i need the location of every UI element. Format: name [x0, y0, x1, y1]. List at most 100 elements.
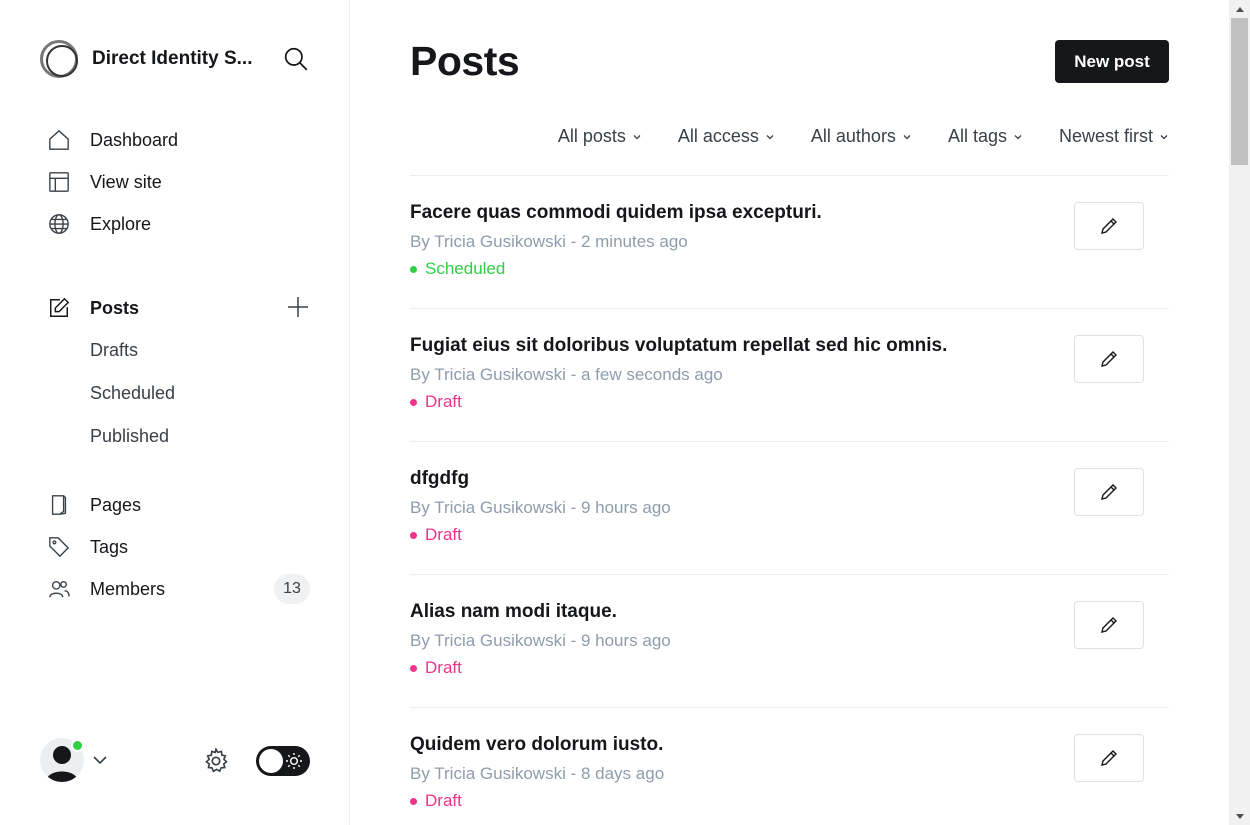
post-meta: By Tricia Gusikowski - 8 days ago — [410, 764, 665, 783]
nav-posts[interactable]: Posts — [40, 287, 312, 329]
filter-access[interactable]: All access — [678, 126, 775, 147]
sun-icon — [285, 752, 303, 775]
members-icon — [48, 578, 70, 600]
search-icon[interactable] — [283, 46, 311, 74]
nav-dashboard[interactable]: Dashboard — [40, 119, 312, 161]
scroll-up-arrow[interactable] — [1229, 0, 1250, 17]
scroll-down-arrow[interactable] — [1229, 808, 1250, 825]
nav-drafts[interactable]: Drafts — [40, 329, 312, 372]
status-badge: Draft — [410, 658, 462, 678]
pages-icon — [48, 494, 70, 516]
brand[interactable]: Direct Identity S... — [40, 40, 262, 78]
pencil-icon — [1101, 218, 1117, 234]
status-label: Draft — [425, 658, 462, 677]
nav-explore[interactable]: Explore — [40, 203, 312, 245]
nav-view-site-label: View site — [90, 171, 162, 192]
scroll-thumb[interactable] — [1231, 18, 1248, 165]
scrollbar[interactable] — [1229, 0, 1250, 825]
nav-pages-label: Pages — [90, 494, 142, 515]
filter-access-label: All access — [677, 126, 759, 146]
filter-sort[interactable]: Newest first — [1059, 126, 1169, 147]
main-content: Posts New post All posts All access All … — [350, 0, 1229, 825]
filter-sort-label: Newest first — [1058, 126, 1153, 146]
chevron-down-icon — [766, 134, 774, 139]
post-title[interactable]: Facere quas commodi quidem ipsa exceptur… — [410, 202, 822, 224]
nav-tags[interactable]: Tags — [40, 526, 312, 568]
post-title[interactable]: Quidem vero dolorum iusto. — [410, 734, 663, 756]
status-dot — [410, 398, 417, 406]
pencil-icon — [1101, 750, 1117, 766]
chevron-down-icon — [903, 134, 911, 139]
nav-posts-label: Posts — [90, 297, 140, 318]
list-item[interactable]: dfgdfg By Tricia Gusikowski - 9 hours ag… — [410, 442, 1169, 575]
status-label: Draft — [425, 525, 462, 544]
page-title: Posts — [410, 38, 520, 84]
status-dot — [410, 265, 417, 273]
post-filters: All posts All access All authors All tag… — [522, 126, 1169, 147]
tag-icon — [48, 536, 70, 558]
filter-tags[interactable]: All tags — [948, 126, 1023, 147]
add-post-icon[interactable] — [286, 295, 310, 319]
status-dot — [410, 797, 417, 805]
list-item[interactable]: Alias nam modi itaque. By Tricia Gusikow… — [410, 575, 1169, 708]
chevron-down-icon[interactable] — [92, 752, 108, 773]
layout-icon — [48, 171, 70, 193]
home-icon — [48, 129, 70, 151]
chevron-down-icon — [633, 134, 641, 139]
filter-authors[interactable]: All authors — [811, 126, 912, 147]
theme-toggle[interactable] — [256, 746, 310, 776]
post-meta: By Tricia Gusikowski - a few seconds ago — [410, 365, 723, 384]
edit-post-button[interactable] — [1074, 734, 1144, 782]
status-badge: Scheduled — [410, 259, 505, 279]
sidebar: Direct Identity S... Dashboard View site… — [0, 0, 350, 825]
post-title[interactable]: dfgdfg — [410, 468, 469, 490]
new-post-button[interactable]: New post — [1055, 40, 1169, 83]
nav-members[interactable]: Members 13 — [40, 568, 312, 610]
chevron-down-icon — [1160, 134, 1168, 139]
globe-icon — [48, 213, 70, 235]
gear-icon[interactable] — [202, 747, 230, 780]
nav-published[interactable]: Published — [40, 415, 312, 458]
main-nav: Dashboard View site Explore — [40, 119, 312, 245]
filter-authors-label: All authors — [810, 126, 896, 146]
nav-members-label: Members — [90, 578, 166, 599]
nav-scheduled[interactable]: Scheduled — [40, 372, 312, 415]
edit-post-button[interactable] — [1074, 202, 1144, 250]
nav-dashboard-label: Dashboard — [90, 129, 179, 150]
edit-post-button[interactable] — [1074, 468, 1144, 516]
pencil-icon — [1101, 484, 1117, 500]
post-list: Facere quas commodi quidem ipsa exceptur… — [410, 175, 1169, 825]
status-badge: Draft — [410, 525, 462, 545]
content-nav: Pages Tags Members 13 — [40, 484, 312, 610]
post-meta: By Tricia Gusikowski - 9 hours ago — [410, 631, 671, 650]
site-name: Direct Identity S... — [92, 48, 253, 69]
post-meta: By Tricia Gusikowski - 2 minutes ago — [410, 232, 688, 251]
list-item[interactable]: Fugiat eius sit doloribus voluptatum rep… — [410, 309, 1169, 442]
site-logo — [40, 40, 78, 78]
post-title[interactable]: Alias nam modi itaque. — [410, 601, 617, 623]
members-count-badge: 13 — [274, 574, 310, 604]
status-label: Scheduled — [425, 259, 506, 278]
status-badge: Draft — [410, 392, 462, 412]
post-meta: By Tricia Gusikowski - 9 hours ago — [410, 498, 671, 517]
edit-post-button[interactable] — [1074, 335, 1144, 383]
sidebar-footer — [40, 738, 312, 784]
pencil-icon — [1101, 617, 1117, 633]
filter-type[interactable]: All posts — [558, 126, 642, 147]
post-title[interactable]: Fugiat eius sit doloribus voluptatum rep… — [410, 335, 947, 357]
online-status-dot — [71, 739, 84, 752]
nav-explore-label: Explore — [90, 213, 152, 234]
list-item[interactable]: Facere quas commodi quidem ipsa exceptur… — [410, 176, 1169, 309]
nav-view-site[interactable]: View site — [40, 161, 312, 203]
status-dot — [410, 531, 417, 539]
toggle-knob — [259, 749, 283, 773]
nav-pages[interactable]: Pages — [40, 484, 312, 526]
edit-post-icon — [48, 297, 70, 319]
filter-type-label: All posts — [557, 126, 626, 146]
status-dot — [410, 664, 417, 672]
edit-post-button[interactable] — [1074, 601, 1144, 649]
posts-nav: Posts Drafts Scheduled Published — [40, 287, 312, 458]
chevron-down-icon — [1014, 134, 1022, 139]
filter-tags-label: All tags — [947, 126, 1007, 146]
list-item[interactable]: Quidem vero dolorum iusto. By Tricia Gus… — [410, 708, 1169, 825]
